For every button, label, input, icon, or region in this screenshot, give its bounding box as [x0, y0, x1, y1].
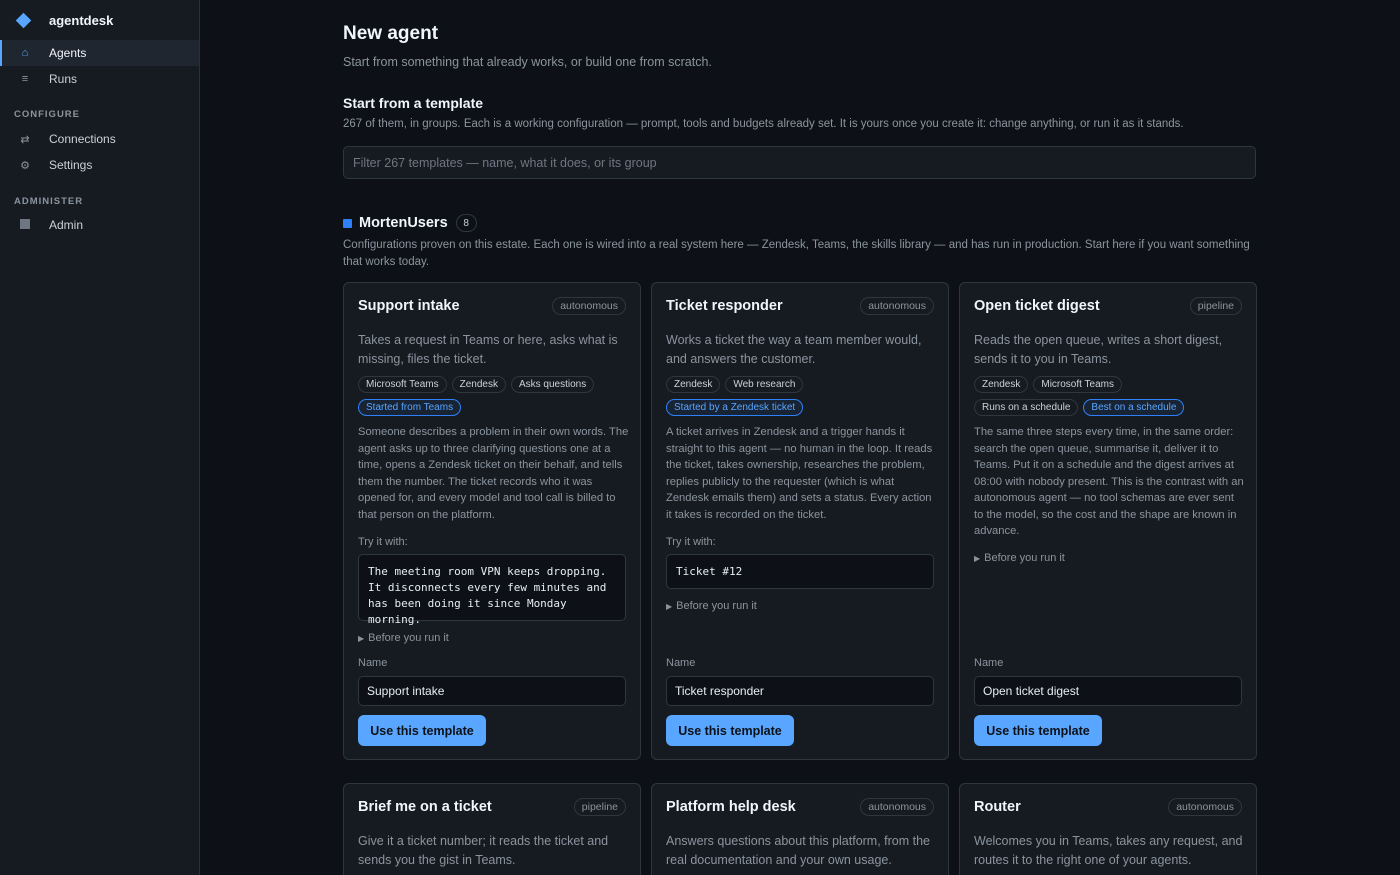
- tag-list: Microsoft Teams Zendesk Asks questions: [358, 376, 638, 393]
- card-long-description: A ticket arrives in Zendesk and a trigge…: [666, 426, 933, 521]
- tag-list: Zendesk Microsoft Teams: [974, 376, 1254, 393]
- card-description: Reads the open queue, writes a short dig…: [974, 333, 1223, 366]
- agent-name-input[interactable]: [358, 676, 626, 706]
- before-you-run-toggle[interactable]: ▶ Before you run it: [358, 632, 449, 644]
- card-title: Support intake: [358, 298, 460, 314]
- trigger-tag-list: Runs on a schedule Best on a schedule: [974, 399, 1254, 416]
- tag: Microsoft Teams: [358, 376, 447, 393]
- card-description: Takes a request in Teams or here, asks w…: [358, 333, 618, 366]
- sidebar-item-agents[interactable]: ⌂ Agents: [0, 40, 199, 66]
- sidebar-item-connections[interactable]: ⇄ Connections: [0, 126, 199, 152]
- template-card-open-ticket-digest: Open ticket digest pipeline Reads the op…: [959, 282, 1257, 760]
- template-filter-input[interactable]: [343, 146, 1256, 179]
- name-label: Name: [666, 657, 696, 669]
- sidebar-item-admin[interactable]: Admin: [0, 212, 199, 238]
- card-title: Open ticket digest: [974, 298, 1100, 314]
- card-long-description: Someone describes a problem in their own…: [358, 426, 629, 521]
- mode-badge: autonomous: [860, 798, 934, 816]
- gear-icon: ⚙: [20, 159, 30, 172]
- before-you-run-toggle[interactable]: ▶ Before you run it: [666, 600, 757, 612]
- before-label: Before you run it: [368, 632, 449, 644]
- sidebar: agentdesk ⌂ Agents ≡ Runs CONFIGURE ⇄ Co…: [0, 0, 200, 875]
- try-label: Try it with:: [358, 536, 408, 548]
- card-title: Brief me on a ticket: [358, 799, 492, 815]
- arrows-icon: ⇄: [20, 133, 30, 146]
- template-card-router: Router autonomous Welcomes you in Teams,…: [959, 783, 1257, 875]
- schedule-tag: Runs on a schedule: [974, 399, 1079, 416]
- before-label: Before you run it: [676, 600, 757, 612]
- diamond-logo-icon: [15, 12, 32, 28]
- templates-description: 267 of them, in groups. Each is a workin…: [343, 118, 1184, 130]
- tag: Asks questions: [510, 376, 595, 393]
- page-title: New agent: [343, 23, 439, 44]
- trigger-tag: Started from Teams: [358, 399, 462, 416]
- agent-name-input[interactable]: [974, 676, 1242, 706]
- group-description: Configurations proven on this estate. Ea…: [343, 239, 1250, 268]
- card-title: Ticket responder: [666, 298, 783, 314]
- group-header[interactable]: MortenUsers 8: [343, 214, 477, 232]
- sidebar-item-label: Settings: [49, 158, 93, 172]
- card-long-description: The same three steps every time, in the …: [974, 426, 1244, 537]
- section-configure: CONFIGURE: [14, 109, 80, 120]
- card-description: Works a ticket the way a team member wou…: [666, 333, 922, 366]
- group-count-badge: 8: [455, 214, 477, 232]
- use-template-button[interactable]: Use this template: [358, 715, 486, 746]
- name-label: Name: [974, 657, 1004, 669]
- card-title: Router: [974, 799, 1021, 815]
- mode-badge: autonomous: [860, 297, 934, 315]
- sidebar-item-runs[interactable]: ≡ Runs: [0, 66, 199, 92]
- sidebar-item-label: Admin: [49, 218, 84, 232]
- page-subtitle: Start from something that already works,…: [343, 55, 712, 69]
- card-description: Welcomes you in Teams, takes any request…: [974, 834, 1243, 867]
- trigger-tag: Started by a Zendesk ticket: [666, 399, 804, 416]
- templates-title: Start from a template: [343, 95, 484, 111]
- mode-badge: pipeline: [1189, 297, 1242, 315]
- triangle-right-icon: ▶: [666, 602, 673, 611]
- brand[interactable]: agentdesk: [0, 0, 199, 40]
- template-card-platform-help-desk: Platform help desk autonomous Answers qu…: [651, 783, 949, 875]
- sidebar-item-label: Connections: [49, 132, 116, 146]
- trigger-tag-list: Started from Teams: [358, 399, 638, 416]
- template-card-ticket-responder: Ticket responder autonomous Works a tick…: [651, 282, 949, 760]
- square-icon: [18, 218, 32, 232]
- card-description: Answers questions about this platform, f…: [666, 834, 931, 867]
- agent-name-input[interactable]: [666, 676, 934, 706]
- group-name: MortenUsers: [359, 215, 448, 231]
- mode-badge: pipeline: [573, 798, 626, 816]
- trigger-tag: Best on a schedule: [1083, 399, 1185, 416]
- before-you-run-toggle[interactable]: ▶ Before you run it: [974, 552, 1065, 564]
- name-label: Name: [358, 657, 388, 669]
- try-example[interactable]: The meeting room VPN keeps dropping. It …: [358, 554, 626, 626]
- trigger-tag-list: Started by a Zendesk ticket: [666, 399, 946, 416]
- list-icon: ≡: [21, 73, 29, 85]
- template-card-brief-me: Brief me on a ticket pipeline Give it a …: [343, 783, 641, 875]
- use-template-button[interactable]: Use this template: [974, 715, 1102, 746]
- card-title: Platform help desk: [666, 799, 796, 815]
- card-description: Give it a ticket number; it reads the ti…: [358, 834, 609, 867]
- use-template-button[interactable]: Use this template: [666, 715, 794, 746]
- try-label: Try it with:: [666, 536, 716, 548]
- mode-badge: autonomous: [552, 297, 626, 315]
- before-label: Before you run it: [984, 552, 1065, 564]
- try-example[interactable]: Ticket #12: [666, 554, 934, 589]
- sidebar-item-label: Agents: [49, 46, 87, 60]
- sidebar-item-label: Runs: [49, 72, 78, 86]
- triangle-right-icon: ▶: [974, 554, 981, 563]
- tag: Zendesk: [451, 376, 506, 393]
- mode-badge: autonomous: [1168, 798, 1242, 816]
- template-card-support-intake: Support intake autonomous Takes a reques…: [343, 282, 641, 760]
- home-icon: ⌂: [21, 47, 29, 59]
- section-administer: ADMINISTER: [14, 196, 84, 207]
- tag: Web research: [725, 376, 804, 393]
- tag: Zendesk: [974, 376, 1029, 393]
- app-name: agentdesk: [49, 12, 114, 28]
- group-color-icon: [343, 218, 352, 228]
- sidebar-item-settings[interactable]: ⚙ Settings: [0, 152, 199, 178]
- tag: Zendesk: [666, 376, 721, 393]
- triangle-right-icon: ▶: [358, 634, 365, 643]
- tag: Microsoft Teams: [1033, 376, 1122, 393]
- tag-list: Zendesk Web research: [666, 376, 946, 393]
